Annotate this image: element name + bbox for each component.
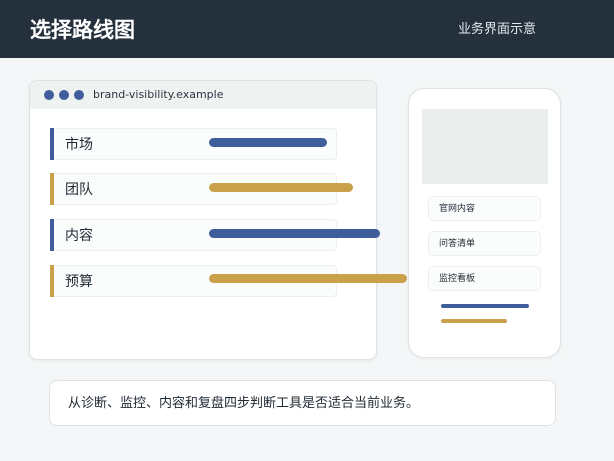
phone-progress-line [441,304,529,308]
browser-url: brand-visibility.example [93,88,224,101]
page-subtitle: 业务界面示意 [457,22,536,37]
row-accent-marker [50,265,54,297]
phone-hero-image [422,109,548,184]
window-dot-icon [74,90,84,100]
caption-box: 从诊断、监控、内容和复盘四步判断工具是否适合当前业务。 [49,380,556,426]
browser-title-bar: brand-visibility.example [30,81,376,109]
row-accent-marker [50,173,54,205]
roadmap-bar-budget [209,274,407,283]
row-label: 预算 [65,274,93,290]
page-title: 选择路线图 [30,18,135,42]
caption-text: 从诊断、监控、内容和复盘四步判断工具是否适合当前业务。 [68,396,420,411]
phone-list-item: 官网内容 [428,196,541,221]
phone-item-label: 监控看板 [439,274,476,284]
browser-window-mockup: brand-visibility.example 市场 团队 内容 预算 [29,80,377,360]
row-accent-marker [50,219,54,251]
roadmap-bar-content [209,229,380,238]
phone-list-item: 问答清单 [428,231,541,256]
row-accent-marker [50,128,54,160]
header-bar: 选择路线图 业务界面示意 [0,0,614,58]
phone-mockup: 官网内容 问答清单 监控看板 [408,88,561,358]
row-label: 团队 [65,182,93,198]
roadmap-bar-market [209,138,327,147]
phone-item-label: 问答清单 [439,239,476,249]
window-dot-icon [44,90,54,100]
row-label: 内容 [65,228,93,244]
phone-item-label: 官网内容 [439,204,476,214]
phone-progress-line [441,319,507,323]
row-label: 市场 [65,137,93,153]
window-dot-icon [59,90,69,100]
roadmap-bar-team [209,183,353,192]
phone-list-item: 监控看板 [428,266,541,291]
